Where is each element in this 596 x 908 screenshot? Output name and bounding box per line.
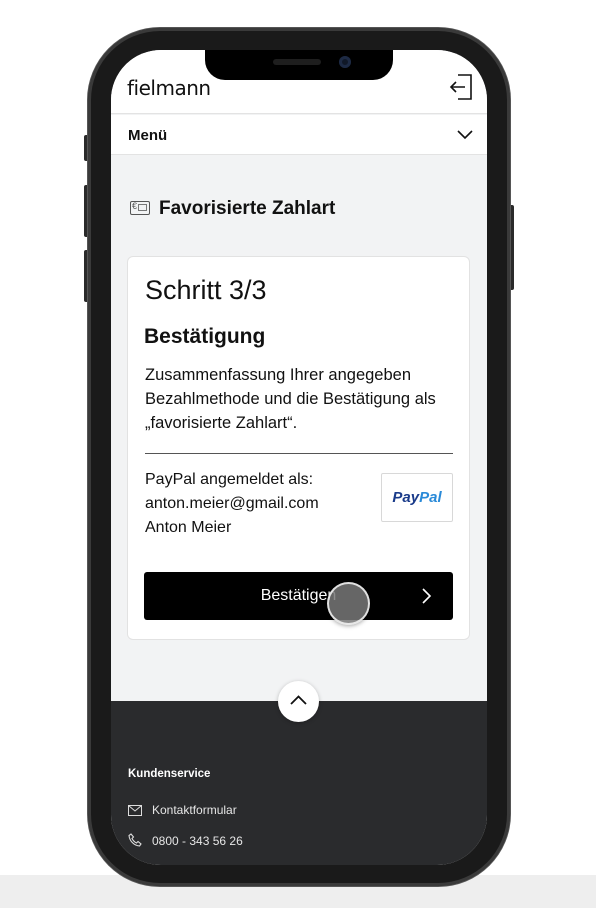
- phone-icon: [128, 833, 142, 847]
- paypal-logo: PayPal: [381, 473, 453, 522]
- confirmation-heading: Bestätigung: [144, 325, 266, 348]
- confirm-button-label: Bestätigen: [260, 587, 337, 604]
- touch-indicator: [327, 582, 370, 625]
- chevron-down-icon[interactable]: [457, 127, 473, 141]
- back-to-top-button[interactable]: [278, 681, 319, 722]
- front-camera: [339, 56, 351, 68]
- menu-bar[interactable]: Menü: [111, 115, 487, 155]
- menu-label: Menü: [128, 127, 168, 144]
- divider: [145, 453, 453, 454]
- paypal-logo-pal: Pal: [419, 489, 442, 506]
- chevron-right-icon: [422, 588, 432, 604]
- paypal-logo-pay: Pay: [392, 489, 420, 506]
- confirm-button[interactable]: Bestätigen: [144, 572, 453, 625]
- footer-section-title: Kundenservice: [128, 768, 211, 780]
- step-indicator: Schritt 3/3: [145, 275, 267, 305]
- phone-number-link[interactable]: 0800 - 343 56 26: [152, 834, 243, 848]
- payment-card-icon: €: [130, 201, 150, 215]
- speaker-grille: [273, 59, 321, 65]
- confirmation-card: Schritt 3/3 Bestätigung Zusammenfassung …: [127, 256, 470, 640]
- phone-notch: [205, 50, 393, 80]
- paypal-account-label: PayPal angemeldet als:: [145, 471, 314, 488]
- mail-icon: [128, 805, 142, 816]
- fielmann-logo[interactable]: fielmann: [127, 76, 211, 100]
- contact-form-link[interactable]: Kontaktformular: [152, 803, 237, 817]
- page-title: Favorisierte Zahlart: [159, 198, 336, 219]
- summary-text: Zusammenfassung Ihrer angegeben Bezahlme…: [145, 366, 436, 432]
- phone-screen: fielmann Menü € Favorisierte Zahlart Sch…: [111, 50, 487, 865]
- paypal-email: anton.meier@gmail.com: [145, 495, 319, 512]
- paypal-account-name: Anton Meier: [145, 519, 232, 536]
- logout-icon[interactable]: [449, 74, 473, 100]
- chevron-up-icon: [290, 695, 307, 705]
